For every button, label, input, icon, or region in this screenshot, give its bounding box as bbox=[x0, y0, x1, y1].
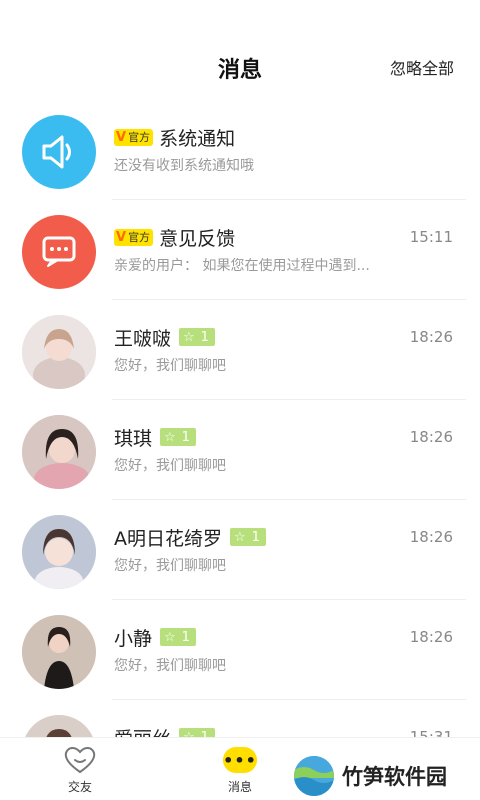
message-time: 18:26 bbox=[409, 428, 453, 446]
avatar bbox=[22, 215, 96, 289]
avatar bbox=[22, 515, 96, 589]
user-photo bbox=[22, 315, 96, 389]
watermark: 竹笋软件园 bbox=[294, 756, 447, 796]
user-photo bbox=[22, 615, 96, 689]
conversation-list: V 官方 系统通知 还没有收到系统通知哦 V 官方 意见反馈 15:11 亲爱的用户… bbox=[0, 100, 480, 800]
contact-name: 琪琪 bbox=[114, 427, 153, 450]
message-preview: 还没有收到系统通知哦 bbox=[114, 158, 254, 174]
level-badge: ☆1 bbox=[160, 628, 196, 646]
contact-name: A明日花绮罗 bbox=[114, 527, 222, 550]
list-item[interactable]: V 官方 系统通知 还没有收到系统通知哦 bbox=[0, 100, 480, 200]
contact-name: 意见反馈 bbox=[159, 227, 236, 250]
message-time: 18:26 bbox=[409, 528, 453, 546]
bottom-tab-bar: 交友 ••• 消息 竹笋软件园 bbox=[0, 737, 480, 800]
message-time: 15:11 bbox=[409, 228, 453, 246]
message-preview: 您好，我们聊聊吧 bbox=[114, 458, 226, 474]
watermark-text: 竹笋软件园 bbox=[342, 765, 447, 789]
contact-name: 王啵啵 bbox=[114, 327, 172, 350]
tab-label: 交友 bbox=[67, 780, 92, 794]
list-item[interactable]: 琪琪 ☆ 1 18:26 您好，我们聊聊吧 bbox=[0, 400, 480, 500]
level-badge: ☆1 bbox=[160, 428, 196, 446]
official-badge: V 官方 bbox=[114, 228, 154, 246]
tab-messages[interactable]: ••• 消息 bbox=[200, 744, 280, 795]
level-badge: ☆1 bbox=[179, 328, 215, 346]
chat-bubble-icon bbox=[42, 236, 76, 267]
list-item[interactable]: A明日花绮罗 ☆ 1 18:26 您好，我们聊聊吧 bbox=[0, 500, 480, 600]
message-preview: 您好，我们聊聊吧 bbox=[114, 358, 226, 374]
contact-name: 小静 bbox=[114, 627, 153, 650]
tab-label: 消息 bbox=[227, 780, 252, 794]
heart-face-icon bbox=[64, 747, 96, 774]
avatar bbox=[22, 315, 96, 389]
user-photo bbox=[22, 515, 96, 589]
user-photo bbox=[22, 415, 96, 489]
list-item[interactable]: 王啵啵 ☆ 1 18:26 您好，我们聊聊吧 bbox=[0, 300, 480, 400]
message-preview: 您好，我们聊聊吧 bbox=[114, 658, 226, 674]
message-preview: 您好，我们聊聊吧 bbox=[114, 558, 226, 574]
speaker-icon bbox=[42, 135, 71, 169]
avatar bbox=[22, 615, 96, 689]
message-preview: 亲爱的用户： 如果您在使用过程中遇到... bbox=[114, 258, 370, 274]
official-badge: V 官方 bbox=[114, 128, 154, 146]
message-bubble-icon: ••• bbox=[223, 747, 257, 773]
ignore-all-button[interactable]: 忽略全部 bbox=[390, 55, 454, 79]
list-item[interactable]: 小静 ☆ 1 18:26 您好，我们聊聊吧 bbox=[0, 600, 480, 700]
level-badge: ☆1 bbox=[230, 528, 266, 546]
message-time: 18:26 bbox=[409, 328, 453, 346]
tab-friends[interactable]: 交友 bbox=[40, 744, 120, 795]
avatar bbox=[22, 415, 96, 489]
star-icon: ☆ bbox=[183, 329, 195, 345]
star-icon: ☆ bbox=[164, 629, 176, 645]
list-item[interactable]: V 官方 意见反馈 15:11 亲爱的用户： 如果您在使用过程中遇到... bbox=[0, 200, 480, 300]
message-time: 18:26 bbox=[409, 628, 453, 646]
watermark-logo bbox=[294, 756, 334, 796]
avatar bbox=[22, 115, 96, 189]
star-icon: ☆ bbox=[164, 429, 176, 445]
contact-name: 系统通知 bbox=[159, 127, 236, 150]
star-icon: ☆ bbox=[234, 529, 246, 545]
